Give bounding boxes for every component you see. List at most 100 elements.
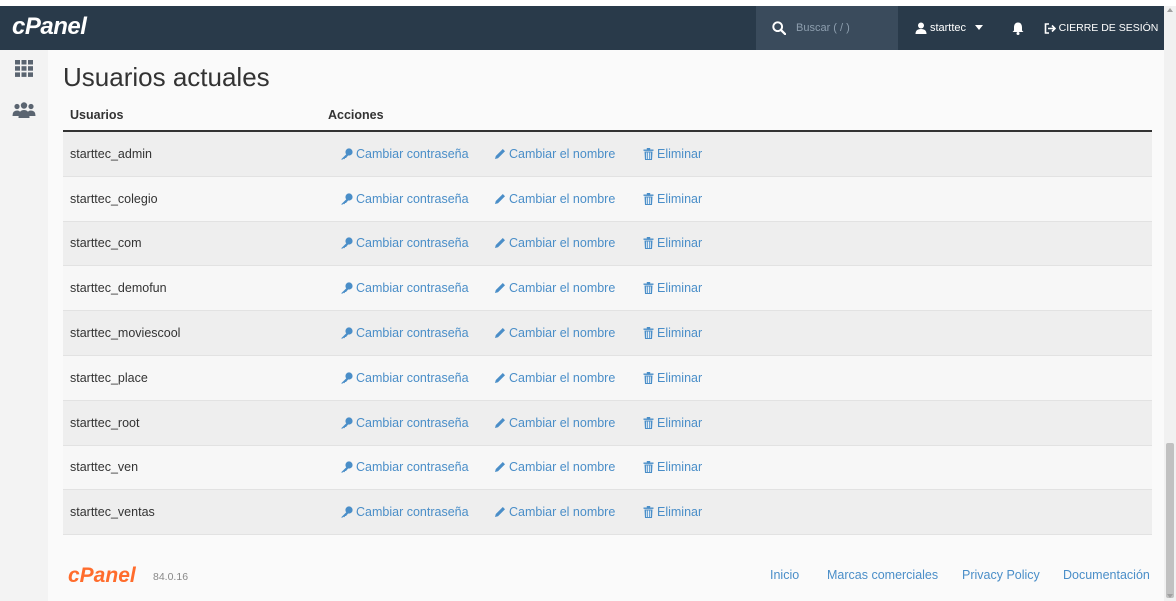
table-row: starttec_place Cambiar contraseña Cambiar … [63,355,1152,401]
delete-link[interactable]: Eliminar [643,371,702,385]
key-icon [341,506,353,518]
change-password-label: Cambiar contraseña [356,415,469,430]
sidebar-item-users[interactable] [0,96,48,124]
user-name: starttec_demofun [70,281,167,296]
change-password-link[interactable]: Cambiar contraseña [340,236,469,250]
rename-label: Cambiar el nombre [509,236,616,251]
rename-link[interactable]: Cambiar el nombre [494,281,615,295]
delete-label: Eliminar [657,370,703,385]
user-name: starttec_place [70,370,148,385]
user-name: starttec_colegio [70,191,158,206]
rename-link[interactable]: Cambiar el nombre [494,147,615,161]
delete-link[interactable]: Eliminar [643,505,702,519]
change-password-label: Cambiar contraseña [356,236,469,251]
trash-icon [643,506,654,519]
delete-link[interactable]: Eliminar [643,416,702,430]
user-menu[interactable]: starttec [900,6,998,50]
pencil-icon [495,507,505,518]
search-box[interactable] [756,6,898,50]
scroll-up-arrow[interactable] [1167,8,1173,12]
pencil-icon [495,238,505,249]
table-row: starttec_admin Cambiar contraseña Cambiar … [63,132,1152,177]
page-scrollbar[interactable] [1164,6,1176,601]
rename-label: Cambiar el nombre [509,326,616,341]
rename-label: Cambiar el nombre [509,505,616,520]
bell-icon [1012,22,1024,35]
key-icon [341,193,353,205]
delete-link[interactable]: Eliminar [643,236,702,250]
user-icon [915,22,927,34]
change-password-link[interactable]: Cambiar contraseña [340,192,469,206]
delete-link[interactable]: Eliminar [643,460,702,474]
rename-link[interactable]: Cambiar el nombre [494,460,615,474]
change-password-link[interactable]: Cambiar contraseña [340,147,469,161]
logout-label: CIERRE DE SESIÓN [1058,22,1159,34]
logout-icon [1044,22,1056,34]
delete-label: Eliminar [657,146,703,161]
logout-button[interactable]: CIERRE DE SESIÓN [1038,6,1164,50]
user-name: starttec_moviescool [70,326,181,341]
rename-link[interactable]: Cambiar el nombre [494,326,615,340]
trash-icon [643,147,654,160]
table-row: starttec_demofun Cambiar contraseña Cambia… [63,266,1152,312]
delete-label: Eliminar [657,460,703,475]
rename-link[interactable]: Cambiar el nombre [494,505,615,519]
table-row: starttec_root Cambiar contraseña Cambiar e… [63,400,1152,446]
delete-link[interactable]: Eliminar [643,326,702,340]
change-password-link[interactable]: Cambiar contraseña [340,416,469,430]
rename-label: Cambiar el nombre [509,146,616,161]
user-name: starttec_root [70,415,140,430]
change-password-link[interactable]: Cambiar contraseña [340,371,469,385]
user-name: starttec_com [70,236,142,251]
change-password-link[interactable]: Cambiar contraseña [340,460,469,474]
footer-link-inicio[interactable]: Inicio [770,568,799,582]
key-icon [341,282,353,294]
user-name: starttec_ven [70,460,139,475]
delete-link[interactable]: Eliminar [643,147,702,161]
change-password-link[interactable]: Cambiar contraseña [340,326,469,340]
trash-icon [643,371,654,384]
trash-icon [643,461,654,474]
column-header-users: Usuarios [70,108,124,122]
key-icon [341,372,353,384]
scrollbar-thumb[interactable] [1166,443,1174,598]
key-icon [341,237,353,249]
notifications-button[interactable] [1000,6,1036,50]
table-row: starttec_com Cambiar contraseña Cambiar el… [63,221,1152,267]
page-title: Usuarios actuales [63,62,270,92]
users-table: starttec_admin Cambiar contraseña Cambiar … [63,132,1152,536]
trash-icon [643,327,654,340]
change-password-label: Cambiar contraseña [356,191,469,206]
table-header: Usuarios Acciones [63,100,1152,132]
pencil-icon [495,372,505,383]
trash-icon [643,192,654,205]
footer-cpanel-logo[interactable]: cPanel [68,564,136,588]
username-label: starttec [929,22,967,34]
cpanel-logo[interactable]: cPanel [12,13,87,41]
change-password-link[interactable]: Cambiar contraseña [340,505,469,519]
users-icon [12,102,36,118]
rename-link[interactable]: Cambiar el nombre [494,192,615,206]
rename-link[interactable]: Cambiar el nombre [494,416,615,430]
search-input[interactable] [794,21,898,35]
scroll-down-arrow[interactable] [1167,594,1173,598]
delete-label: Eliminar [657,415,703,430]
pencil-icon [495,148,505,159]
change-password-link[interactable]: Cambiar contraseña [340,281,469,295]
pencil-icon [495,462,505,473]
footer-link-docs[interactable]: Documentación [1063,568,1150,582]
delete-link[interactable]: Eliminar [643,192,702,206]
trash-icon [643,237,654,250]
table-row: starttec_colegio Cambiar contraseña Cambia… [63,176,1152,222]
footer-link-trademarks[interactable]: Marcas comerciales [827,568,938,582]
rename-link[interactable]: Cambiar el nombre [494,236,615,250]
delete-label: Eliminar [657,281,703,296]
rename-link[interactable]: Cambiar el nombre [494,371,615,385]
rename-label: Cambiar el nombre [509,415,616,430]
sidebar-item-home[interactable] [0,54,48,82]
key-icon [341,461,353,473]
footer-link-privacy[interactable]: Privacy Policy [962,568,1040,582]
change-password-label: Cambiar contraseña [356,326,469,341]
rename-label: Cambiar el nombre [509,460,616,475]
delete-link[interactable]: Eliminar [643,281,702,295]
